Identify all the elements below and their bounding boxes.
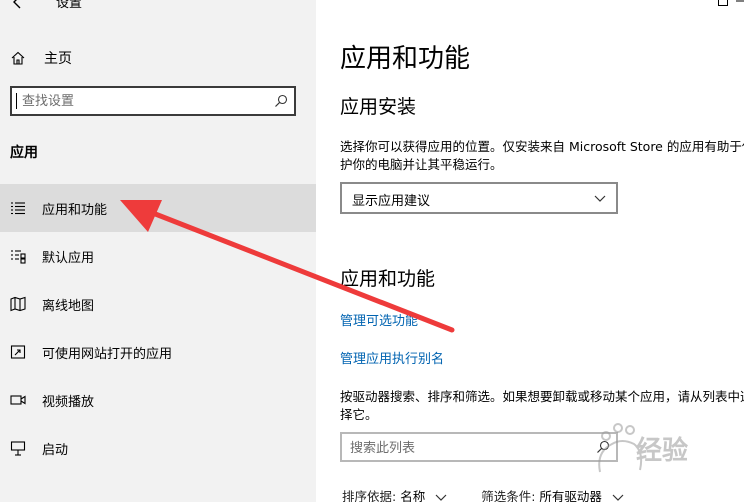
watermark-text: 经验 <box>636 436 689 466</box>
dropdown-value: 显示应用建议 <box>352 194 431 209</box>
home-nav-item[interactable]: 主页 <box>10 48 72 68</box>
sidebar-item-video-playback[interactable]: 视频播放 <box>0 376 316 424</box>
sidebar-item-label: 应用和功能 <box>42 202 108 218</box>
startup-icon <box>10 441 26 456</box>
sidebar-item-label: 默认应用 <box>42 250 95 266</box>
settings-search-input[interactable] <box>22 92 272 110</box>
sidebar-item-label: 可使用网站打开的应用 <box>42 346 173 362</box>
app-list-search-box[interactable] <box>340 432 618 462</box>
section-title-install: 应用安装 <box>340 96 417 118</box>
home-icon <box>11 51 25 65</box>
sidebar-item-apps-features[interactable]: 应用和功能 <box>0 184 316 232</box>
app-list-search-input[interactable] <box>350 439 590 457</box>
window-title: 设置 <box>56 0 83 11</box>
list-icon <box>11 202 25 215</box>
sidebar-item-label: 视频播放 <box>42 394 95 410</box>
video-icon <box>10 395 26 405</box>
baidu-jingyan-watermark: 经验 <box>592 408 742 500</box>
page-title: 应用和功能 <box>340 44 471 74</box>
home-label: 主页 <box>44 51 72 67</box>
minimize-icon[interactable] <box>736 0 744 2</box>
manage-execution-aliases-link[interactable]: 管理应用执行别名 <box>340 348 444 367</box>
sidebar-item-offline-maps[interactable]: 离线地图 <box>0 280 316 328</box>
search-icon[interactable] <box>274 94 288 108</box>
settings-search-box[interactable] <box>10 86 296 116</box>
sort-value: 名称 <box>400 489 426 502</box>
sidebar-nav: 应用和功能 默认应用 离线地图 可使用网站打开的应用 视频播放 启动 <box>0 184 316 472</box>
filter-label: 筛选条件: <box>481 489 536 502</box>
sidebar: 设置 主页 应用 应用和功能 <box>0 0 316 502</box>
chevron-down-icon <box>435 494 447 501</box>
default-apps-icon <box>11 250 26 264</box>
sort-filter-row: 排序依据: 名称 筛选条件: 所有驱动器 <box>342 486 624 502</box>
sidebar-item-website-apps[interactable]: 可使用网站打开的应用 <box>0 328 316 376</box>
website-app-icon <box>10 345 26 359</box>
sidebar-item-label: 离线地图 <box>42 298 95 314</box>
text-caret <box>16 93 17 109</box>
install-description: 选择你可以获得应用的位置。仅安装来自 Microsoft Store 的应用有助… <box>340 139 744 172</box>
chevron-down-icon <box>594 195 606 202</box>
app-source-dropdown[interactable]: 显示应用建议 <box>340 182 618 214</box>
sort-label: 排序依据: <box>342 489 397 502</box>
manage-optional-features-link[interactable]: 管理可选功能 <box>340 310 418 329</box>
section-title-apps: 应用和功能 <box>340 268 436 290</box>
section-heading-apps: 应用 <box>10 145 38 161</box>
sidebar-item-label: 启动 <box>42 442 69 458</box>
map-icon <box>10 296 26 312</box>
sidebar-item-default-apps[interactable]: 默认应用 <box>0 232 316 280</box>
sidebar-item-startup[interactable]: 启动 <box>0 424 316 472</box>
sort-control[interactable]: 排序依据: 名称 <box>342 486 447 502</box>
maximize-icon[interactable] <box>718 0 728 6</box>
back-arrow-icon[interactable] <box>10 0 26 10</box>
